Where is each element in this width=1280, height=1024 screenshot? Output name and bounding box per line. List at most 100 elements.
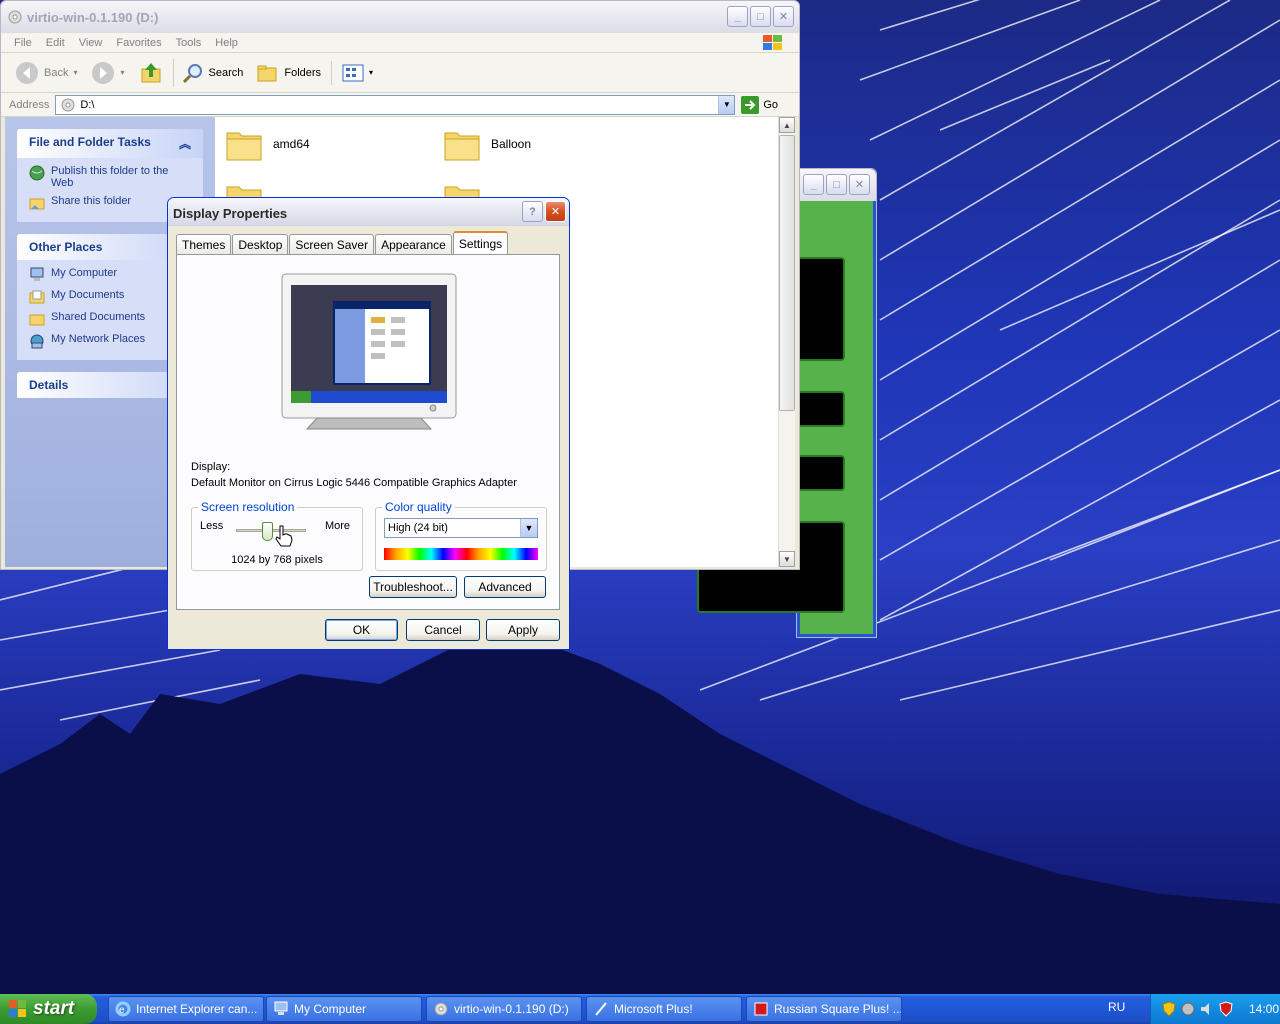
folders-icon	[257, 65, 277, 81]
dialog-title: Display Properties	[173, 206, 288, 221]
tab-appearance[interactable]: Appearance	[375, 234, 452, 254]
screen-resolution-legend: Screen resolution	[198, 500, 298, 514]
globe-icon	[29, 165, 45, 181]
scroll-thumb[interactable]	[779, 135, 795, 411]
volume-icon[interactable]	[1199, 1001, 1215, 1017]
tab-screen-saver[interactable]: Screen Saver	[289, 234, 375, 254]
taskbar-item-my-computer[interactable]: My Computer	[266, 996, 422, 1022]
cancel-button[interactable]: Cancel	[406, 619, 480, 641]
taskbar-item-virtio[interactable]: virtio-win-0.1.190 (D:)	[426, 996, 582, 1022]
go-button[interactable]: Go	[741, 95, 779, 114]
tab-themes[interactable]: Themes	[176, 234, 232, 254]
documents-folder-icon	[29, 289, 45, 305]
clock[interactable]: 14:00	[1249, 1002, 1279, 1016]
forward-arrow-icon	[92, 61, 115, 84]
display-value: Default Monitor on Cirrus Logic 5446 Com…	[191, 477, 517, 489]
help-button[interactable]: ?	[522, 201, 543, 222]
minimize-button[interactable]: _	[727, 6, 748, 27]
share-folder-icon	[29, 195, 45, 211]
display-properties-dialog[interactable]: Display Properties ? ✕ Themes Desktop Sc…	[167, 197, 570, 650]
menu-edit[interactable]: Edit	[46, 37, 65, 49]
scroll-up-arrow-icon[interactable]: ▲	[779, 117, 795, 133]
close-button[interactable]: ✕	[773, 6, 794, 27]
red-cube-icon	[753, 1001, 769, 1017]
back-button[interactable]: Back ▾	[11, 58, 81, 88]
ok-button[interactable]: OK	[325, 619, 398, 641]
task-publish-folder[interactable]: Publish this folder to the Web	[29, 162, 191, 192]
apply-button[interactable]: Apply	[486, 619, 560, 641]
dialog-titlebar[interactable]: Display Properties ? ✕	[168, 198, 569, 226]
search-button[interactable]: Search	[172, 58, 248, 87]
taskbar-item-microsoft-plus[interactable]: Microsoft Plus!	[586, 996, 742, 1022]
folder-label: amd64	[273, 137, 310, 151]
system-tray: 14:00	[1150, 994, 1280, 1024]
game-panel	[793, 455, 845, 491]
menu-help[interactable]: Help	[215, 37, 238, 49]
explorer-titlebar[interactable]: virtio-win-0.1.190 (D:) _ □ ✕	[1, 1, 799, 33]
maximize-button[interactable]: □	[826, 174, 847, 195]
color-quality-value: High (24 bit)	[388, 522, 448, 534]
collapse-chevron-icon[interactable]: ︽	[179, 135, 191, 152]
up-folder-button[interactable]	[135, 58, 167, 88]
go-label: Go	[763, 98, 779, 111]
svg-text:e: e	[119, 1005, 125, 1016]
monitor-preview-icon	[281, 273, 457, 430]
display-label: Display:	[191, 461, 231, 473]
dropdown-arrow-icon[interactable]: ▼	[520, 519, 537, 537]
tab-strip: Themes Desktop Screen Saver Appearance S…	[176, 231, 509, 254]
vertical-scrollbar[interactable]: ▲ ▼	[778, 117, 795, 567]
start-label: start	[33, 998, 75, 1019]
game-window[interactable]: _ □ ✕	[697, 168, 877, 638]
cd-drive-icon	[433, 1001, 449, 1017]
game-titlebar[interactable]: _ □ ✕	[797, 169, 876, 201]
taskbar-item-russian-square[interactable]: Russian Square Plus! ...	[746, 996, 902, 1022]
back-label: Back	[44, 66, 69, 79]
folder-item[interactable]: amd64	[225, 125, 310, 163]
menu-tools[interactable]: Tools	[176, 37, 202, 49]
address-dropdown-button[interactable]: ▼	[718, 95, 735, 114]
troubleshoot-button[interactable]: Troubleshoot...	[369, 576, 457, 598]
resolution-slider-thumb[interactable]	[262, 522, 273, 541]
other-places-title: Other Places	[29, 240, 103, 254]
alert-shield-icon[interactable]	[1218, 1001, 1234, 1017]
taskbar-item-ie[interactable]: e Internet Explorer can...	[108, 996, 264, 1022]
menu-file[interactable]: File	[14, 37, 32, 49]
address-label: Address	[9, 98, 50, 111]
folders-label: Folders	[284, 66, 322, 79]
forward-button[interactable]: ▾	[87, 58, 128, 88]
tab-settings[interactable]: Settings	[452, 231, 509, 254]
folder-item[interactable]: Balloon	[443, 125, 531, 163]
views-icon	[342, 64, 364, 81]
pen-icon	[593, 1001, 609, 1017]
game-panel	[793, 257, 845, 361]
menu-bar: File Edit View Favorites Tools Help	[1, 33, 799, 53]
menu-view[interactable]: View	[79, 37, 103, 49]
hand-cursor-icon	[275, 525, 293, 547]
security-shield-icon[interactable]	[1161, 1001, 1177, 1017]
color-quality-group: Color quality High (24 bit) ▼	[375, 500, 547, 571]
menu-favorites[interactable]: Favorites	[116, 37, 161, 49]
settings-panel: Display: Default Monitor on Cirrus Logic…	[176, 254, 560, 610]
mountain-silhouette	[0, 634, 1280, 994]
start-button[interactable]: start	[0, 994, 97, 1024]
details-title: Details	[29, 378, 69, 392]
file-folder-tasks-header[interactable]: File and Folder Tasks ︽	[17, 129, 203, 158]
close-button[interactable]: ✕	[849, 174, 870, 195]
language-indicator[interactable]: RU	[1108, 1000, 1125, 1014]
address-input[interactable]: D:\ ▼	[55, 94, 736, 115]
folders-button[interactable]: Folders	[253, 60, 325, 86]
scroll-down-arrow-icon[interactable]: ▼	[779, 551, 795, 567]
views-button[interactable]: ▾	[331, 60, 377, 85]
search-icon	[182, 63, 202, 83]
minimize-button[interactable]: _	[803, 174, 824, 195]
dropdown-arrow-icon: ▾	[369, 68, 374, 77]
color-quality-select[interactable]: High (24 bit) ▼	[384, 518, 538, 538]
maximize-button[interactable]: □	[750, 6, 771, 27]
place-label: My Network Places	[51, 333, 146, 345]
close-button[interactable]: ✕	[545, 201, 566, 222]
tab-desktop[interactable]: Desktop	[232, 234, 289, 254]
folder-icon	[226, 132, 262, 161]
advanced-button[interactable]: Advanced	[464, 576, 546, 598]
network-icon[interactable]	[1180, 1001, 1196, 1017]
address-bar: Address D:\ ▼ Go	[1, 93, 799, 117]
